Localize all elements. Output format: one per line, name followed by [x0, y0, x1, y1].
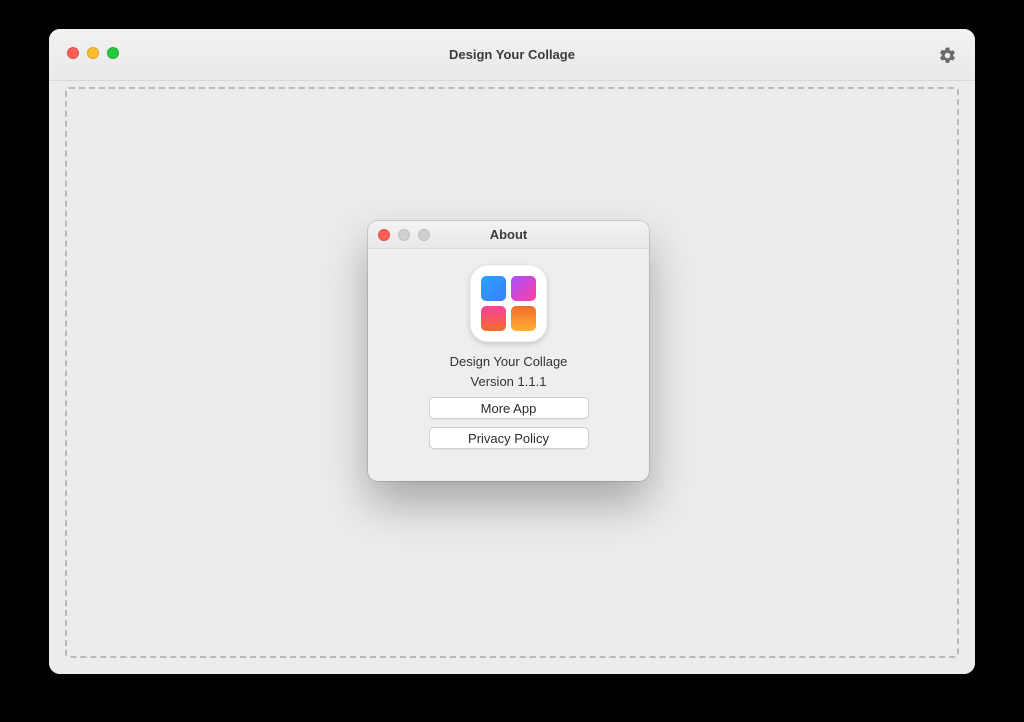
about-title: About	[368, 221, 649, 248]
app-icon-tile	[481, 276, 506, 301]
about-body: Design Your Collage Version 1.1.1 More A…	[368, 249, 649, 481]
gear-icon	[938, 46, 957, 65]
main-traffic-lights	[67, 47, 119, 59]
about-buttons: More App Privacy Policy	[429, 397, 589, 449]
minimize-icon[interactable]	[87, 47, 99, 59]
window-title: Design Your Collage	[49, 29, 975, 80]
app-version-label: Version 1.1.1	[471, 374, 547, 389]
app-icon-tile	[511, 306, 536, 331]
app-icon-tile	[481, 306, 506, 331]
more-app-button[interactable]: More App	[429, 397, 589, 419]
settings-button[interactable]	[935, 43, 959, 67]
about-window: About Design Your Collage Version 1.1.1 …	[368, 221, 649, 481]
close-icon[interactable]	[67, 47, 79, 59]
app-icon-tile	[511, 276, 536, 301]
app-name-label: Design Your Collage	[450, 354, 568, 369]
main-titlebar: Design Your Collage	[49, 29, 975, 81]
fullscreen-icon[interactable]	[107, 47, 119, 59]
app-icon	[470, 265, 547, 342]
about-titlebar: About	[368, 221, 649, 249]
privacy-policy-button[interactable]: Privacy Policy	[429, 427, 589, 449]
